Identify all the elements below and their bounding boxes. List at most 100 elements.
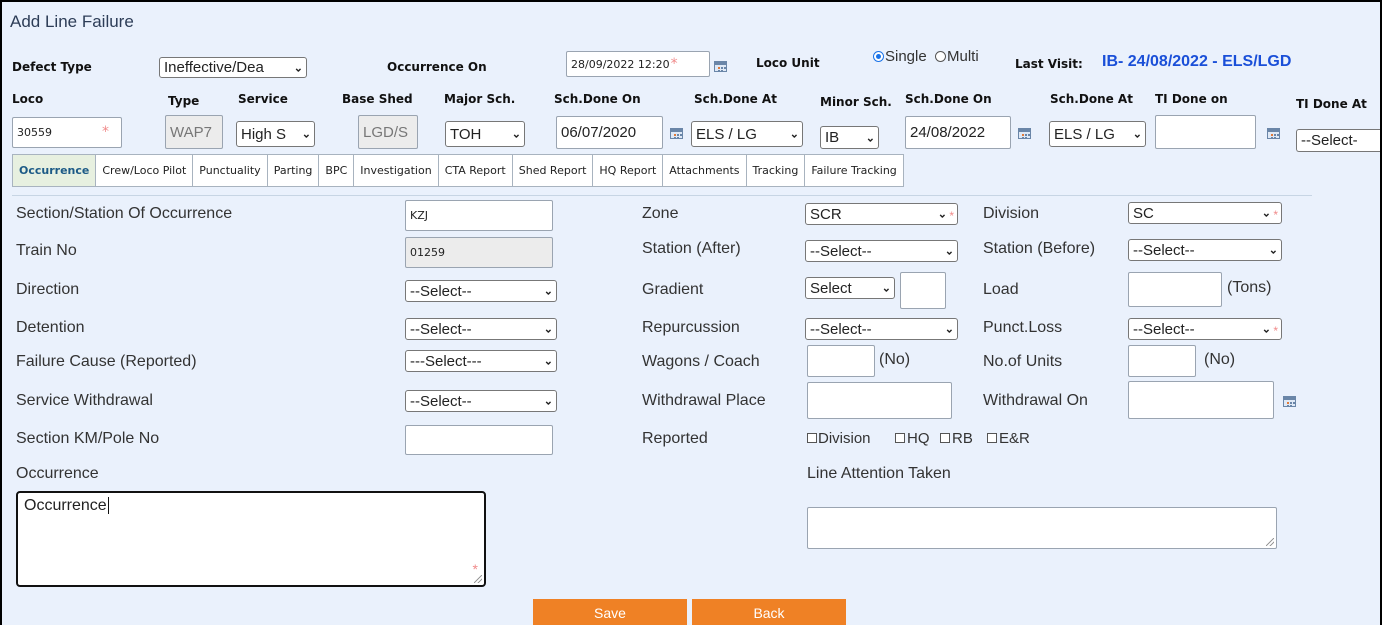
tab-cta-report[interactable]: CTA Report xyxy=(438,154,513,187)
withdrawal-place-label: Withdrawal Place xyxy=(642,392,766,409)
service-withdrawal-select[interactable]: --Select-- ⌄ xyxy=(405,390,557,412)
loco-input[interactable]: 30559 * xyxy=(12,117,122,148)
loco-unit-single-radio[interactable] xyxy=(873,51,884,62)
base-shed-value: LGD/S xyxy=(363,123,409,141)
section-km-input[interactable] xyxy=(405,425,553,455)
reported-hq-checkbox[interactable] xyxy=(895,433,905,443)
reported-rb-checkbox[interactable] xyxy=(940,433,950,443)
resize-handle-icon[interactable] xyxy=(474,575,482,583)
sch-done-on-2-label: Sch.Done On xyxy=(905,92,992,106)
ti-done-on-label: TI Done on xyxy=(1155,92,1228,106)
sch-done-at-select[interactable]: ELS / LG ⌄ xyxy=(691,121,803,147)
withdrawal-place-input[interactable] xyxy=(807,382,952,419)
major-sch-value: TOH xyxy=(450,125,482,143)
loco-unit-label: Loco Unit xyxy=(756,56,820,70)
withdrawal-on-label: Withdrawal On xyxy=(983,392,1088,409)
back-button[interactable]: Back xyxy=(692,599,846,625)
occurrence-on-label: Occurrence On xyxy=(387,60,487,74)
section-station-input[interactable]: KZJ xyxy=(405,200,553,231)
reported-division-checkbox[interactable] xyxy=(807,433,817,443)
station-after-select[interactable]: --Select-- ⌄ xyxy=(805,240,958,262)
zone-label: Zone xyxy=(642,205,679,222)
loco-value: 30559 xyxy=(17,126,52,139)
tab-occurrence[interactable]: Occurrence xyxy=(12,154,97,187)
no-of-units-input[interactable] xyxy=(1128,345,1196,377)
chevron-down-icon: ⌄ xyxy=(293,61,303,74)
wagons-input[interactable] xyxy=(807,345,875,377)
text-cursor xyxy=(107,497,109,514)
withdrawal-on-input[interactable] xyxy=(1128,381,1274,419)
major-sch-select[interactable]: TOH ⌄ xyxy=(445,121,525,147)
detention-value: --Select-- xyxy=(410,320,472,338)
chevron-down-icon: ⌄ xyxy=(944,322,954,336)
occurrence-textarea[interactable]: Occurrence * xyxy=(16,491,486,587)
defect-type-select[interactable]: Ineffective/Dea ⌄ xyxy=(159,57,307,78)
train-no-label: Train No xyxy=(16,242,77,259)
type-value: WAP7 xyxy=(170,123,212,141)
tab-crew-loco-pilot[interactable]: Crew/Loco Pilot xyxy=(96,154,194,187)
ti-done-on-input[interactable] xyxy=(1155,115,1256,149)
chevron-down-icon: ⌄ xyxy=(301,127,311,141)
tab-investigation[interactable]: Investigation xyxy=(354,154,439,187)
page-title: Add Line Failure xyxy=(10,12,134,31)
tab-shed-report[interactable]: Shed Report xyxy=(512,154,594,187)
line-attention-textarea[interactable] xyxy=(807,507,1277,549)
wagons-unit: (No) xyxy=(879,351,911,368)
sch-done-on-2-input[interactable]: 24/08/2022 xyxy=(905,116,1011,149)
tab-divider xyxy=(12,195,1312,196)
direction-label: Direction xyxy=(16,281,80,298)
ti-done-at-value: --Select- xyxy=(1301,132,1358,149)
tab-attachments[interactable]: Attachments xyxy=(663,154,747,187)
reported-hq-label: HQ xyxy=(907,430,930,447)
sch-done-on-label: Sch.Done On xyxy=(554,92,641,106)
load-input[interactable] xyxy=(1128,272,1222,307)
calendar-icon[interactable] xyxy=(1018,128,1031,139)
tab-bar: Occurrence Crew/Loco Pilot Punctuality Part… xyxy=(12,154,904,187)
save-button[interactable]: Save xyxy=(533,599,687,625)
minor-sch-label: Minor Sch. xyxy=(820,95,892,109)
repurcussion-select[interactable]: --Select-- ⌄ xyxy=(805,318,958,340)
repurcussion-value: --Select-- xyxy=(810,320,872,338)
calendar-icon[interactable] xyxy=(714,61,727,72)
service-select[interactable]: High S ⌄ xyxy=(236,121,315,147)
chevron-down-icon: ⌄ xyxy=(543,354,553,368)
service-value: High S xyxy=(241,125,287,143)
gradient-label: Gradient xyxy=(642,281,704,298)
tab-tracking[interactable]: Tracking xyxy=(746,154,806,187)
loco-unit-multi-radio[interactable] xyxy=(935,51,946,62)
failure-cause-select[interactable]: ---Select--- ⌄ xyxy=(405,350,557,372)
resize-handle-icon[interactable] xyxy=(1266,538,1274,546)
occurrence-label: Occurrence xyxy=(16,465,99,482)
tab-failure-tracking[interactable]: Failure Tracking xyxy=(805,154,904,187)
line-attention-label: Line Attention Taken xyxy=(807,465,951,482)
occurrence-on-input[interactable]: 28/09/2022 12:20 * xyxy=(566,51,710,77)
calendar-icon[interactable] xyxy=(1267,128,1280,139)
division-select[interactable]: SC ⌄ * xyxy=(1128,202,1282,224)
tab-parting[interactable]: Parting xyxy=(267,154,320,187)
reported-er-checkbox[interactable] xyxy=(987,433,997,443)
detention-select[interactable]: --Select-- ⌄ xyxy=(405,318,557,340)
station-before-select[interactable]: --Select-- ⌄ xyxy=(1128,239,1282,261)
calendar-icon[interactable] xyxy=(670,128,683,139)
tab-bpc[interactable]: BPC xyxy=(319,154,355,187)
tab-punctuality[interactable]: Punctuality xyxy=(193,154,268,187)
punct-loss-select[interactable]: --Select-- ⌄ * xyxy=(1128,318,1282,340)
sch-done-at-2-label: Sch.Done At xyxy=(1050,92,1133,106)
zone-value: SCR xyxy=(810,205,842,223)
zone-select[interactable]: SCR ⌄ * xyxy=(805,203,958,225)
direction-select[interactable]: --Select-- ⌄ xyxy=(405,280,557,302)
tab-hq-report[interactable]: HQ Report xyxy=(593,154,664,187)
gradient-select[interactable]: Select ⌄ xyxy=(805,277,895,299)
minor-sch-select[interactable]: IB ⌄ xyxy=(820,126,879,149)
type-label: Type xyxy=(168,94,200,108)
chevron-down-icon: ⌄ xyxy=(789,127,799,141)
sch-done-on-2-value: 24/08/2022 xyxy=(910,124,986,141)
chevron-down-icon: ⌄ xyxy=(865,131,875,144)
ti-done-at-select[interactable]: --Select- xyxy=(1296,129,1380,152)
chevron-down-icon: ⌄ xyxy=(881,281,891,295)
sch-done-on-input[interactable]: 06/07/2020 xyxy=(556,116,663,149)
reported-label: Reported xyxy=(642,430,708,447)
calendar-icon[interactable] xyxy=(1283,396,1296,407)
gradient-input[interactable] xyxy=(900,272,946,309)
sch-done-at-2-select[interactable]: ELS / LG ⌄ xyxy=(1049,121,1146,147)
